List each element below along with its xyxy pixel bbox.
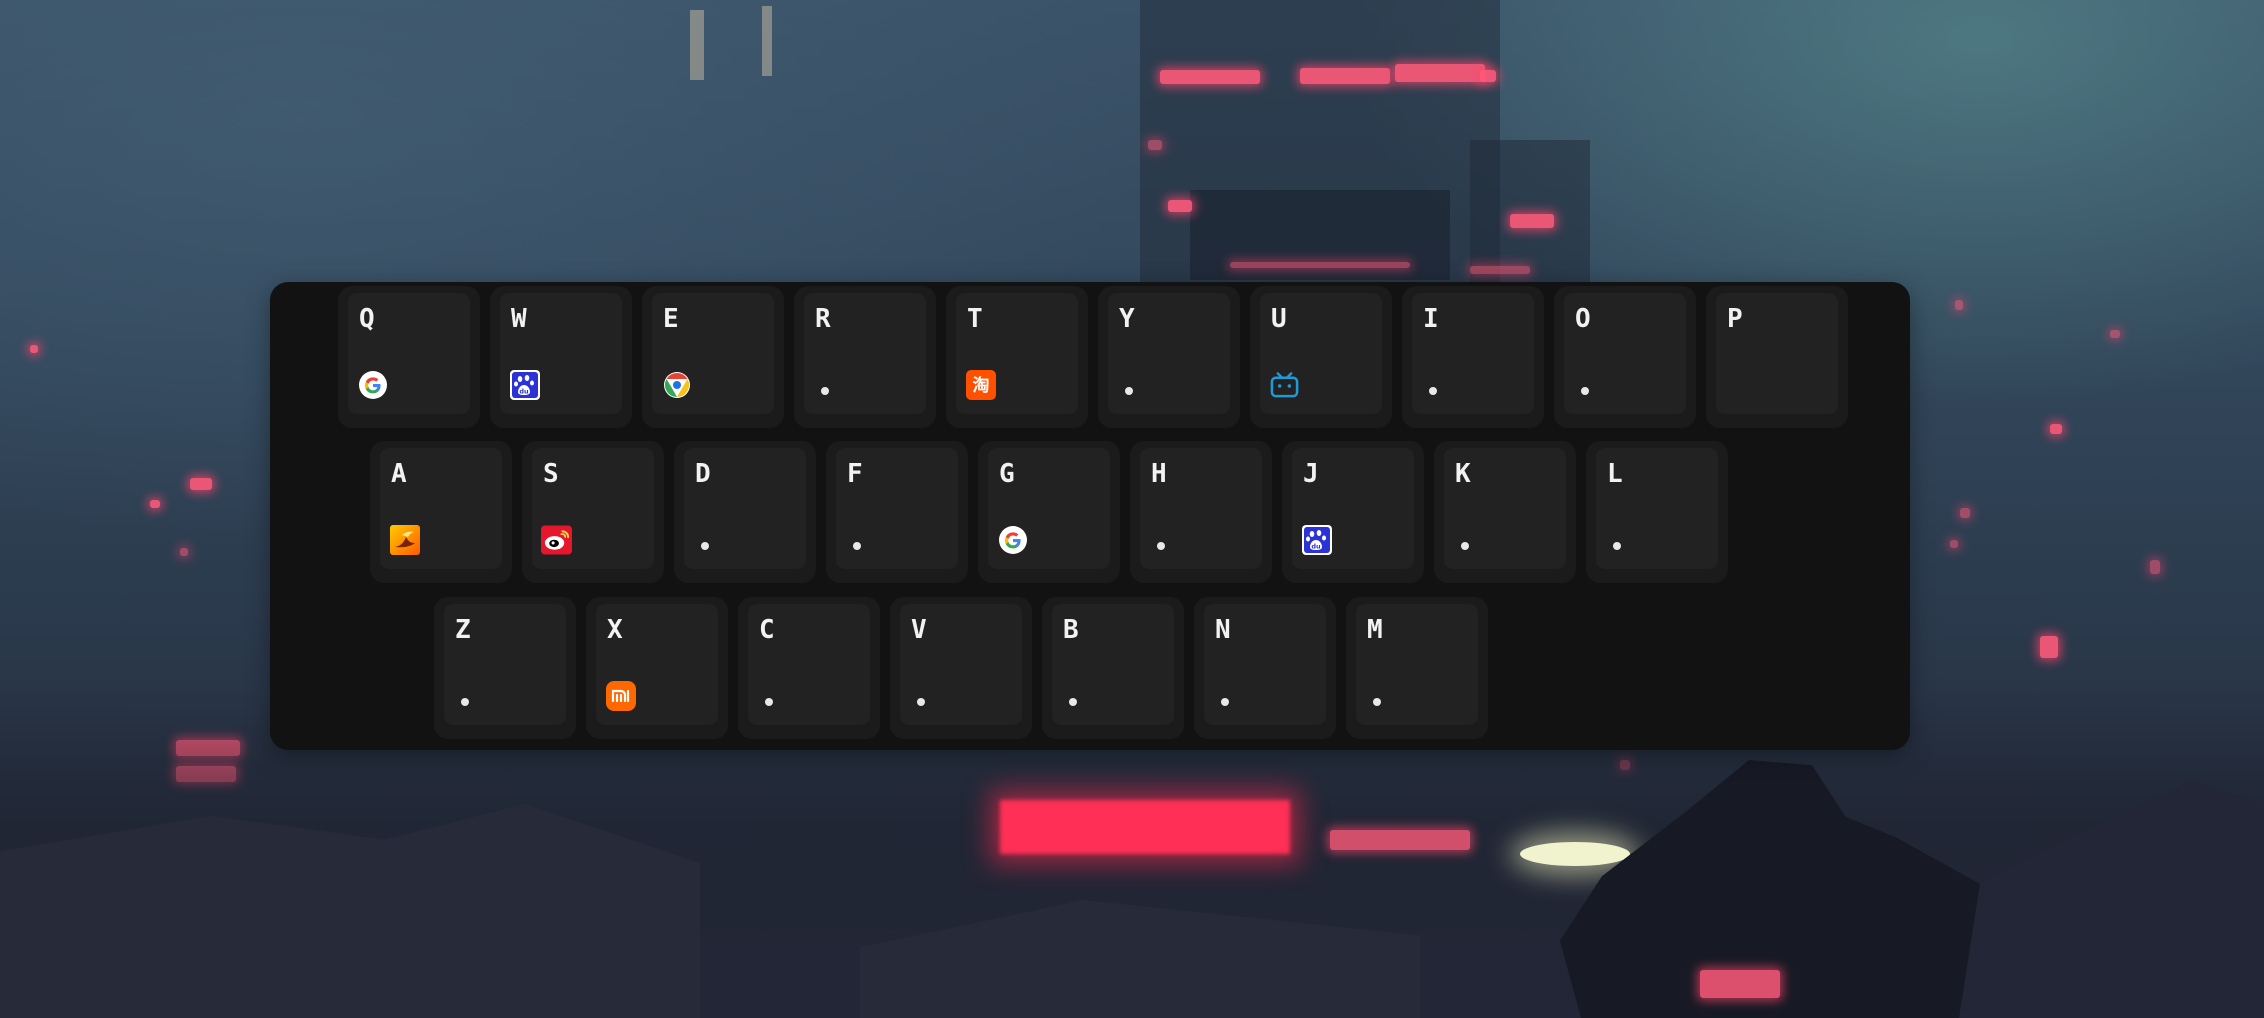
key-letter: U bbox=[1271, 304, 1287, 334]
key-c[interactable]: C bbox=[738, 597, 880, 739]
google-icon bbox=[357, 369, 388, 400]
key-letter: D bbox=[695, 459, 711, 489]
key-letter: X bbox=[607, 615, 623, 645]
key-e[interactable]: E bbox=[642, 286, 784, 428]
key-a[interactable]: A bbox=[370, 441, 512, 583]
google-icon bbox=[997, 524, 1028, 555]
key-s[interactable]: S bbox=[522, 441, 664, 583]
empty-slot-dot-icon bbox=[1157, 542, 1165, 550]
key-letter: B bbox=[1063, 615, 1079, 645]
key-i[interactable]: I bbox=[1402, 286, 1544, 428]
key-b[interactable]: B bbox=[1042, 597, 1184, 739]
key-u[interactable]: U bbox=[1250, 286, 1392, 428]
keyboard-row-1: Q Wdu E R T 淘 Y U I O P bbox=[338, 286, 1848, 428]
key-letter: Z bbox=[455, 615, 471, 645]
empty-slot-dot-icon bbox=[1221, 698, 1229, 706]
xiaomi-icon bbox=[605, 680, 636, 711]
key-m[interactable]: M bbox=[1346, 597, 1488, 739]
key-x[interactable]: X bbox=[586, 597, 728, 739]
key-j[interactable]: Jdu bbox=[1282, 441, 1424, 583]
key-letter: P bbox=[1727, 304, 1743, 334]
key-p[interactable]: P bbox=[1706, 286, 1848, 428]
empty-slot-dot-icon bbox=[1429, 387, 1437, 395]
key-letter: K bbox=[1455, 459, 1471, 489]
key-letter: W bbox=[511, 304, 527, 334]
key-letter: V bbox=[911, 615, 927, 645]
key-letter: A bbox=[391, 459, 407, 489]
key-o[interactable]: O bbox=[1554, 286, 1696, 428]
empty-slot-dot-icon bbox=[1069, 698, 1077, 706]
key-letter: Q bbox=[359, 304, 375, 334]
key-letter: M bbox=[1367, 615, 1383, 645]
svg-text:du: du bbox=[519, 387, 529, 395]
empty-slot-dot-icon bbox=[853, 542, 861, 550]
keyboard-row-3: ZXCVBNM bbox=[434, 597, 1488, 739]
weibo-icon bbox=[541, 524, 572, 555]
key-letter: S bbox=[543, 459, 559, 489]
key-v[interactable]: V bbox=[890, 597, 1032, 739]
keyboard-row-2: A S D F G H Jdu K L bbox=[370, 441, 1728, 583]
baidu-icon: du bbox=[509, 369, 540, 400]
key-letter: L bbox=[1607, 459, 1623, 489]
key-letter: I bbox=[1423, 304, 1439, 334]
chrome-like-icon bbox=[661, 369, 692, 400]
key-letter: O bbox=[1575, 304, 1591, 334]
key-y[interactable]: Y bbox=[1098, 286, 1240, 428]
key-l[interactable]: L bbox=[1586, 441, 1728, 583]
key-letter: E bbox=[663, 304, 679, 334]
empty-slot-dot-icon bbox=[1613, 542, 1621, 550]
empty-slot-dot-icon bbox=[1373, 698, 1381, 706]
key-letter: F bbox=[847, 459, 863, 489]
empty-slot-dot-icon bbox=[1581, 387, 1589, 395]
empty-slot-dot-icon bbox=[765, 698, 773, 706]
empty-slot-dot-icon bbox=[1125, 387, 1133, 395]
key-z[interactable]: Z bbox=[434, 597, 576, 739]
key-letter: C bbox=[759, 615, 775, 645]
key-h[interactable]: H bbox=[1130, 441, 1272, 583]
key-d[interactable]: D bbox=[674, 441, 816, 583]
key-letter: N bbox=[1215, 615, 1231, 645]
empty-slot-dot-icon bbox=[821, 387, 829, 395]
key-r[interactable]: R bbox=[794, 286, 936, 428]
key-g[interactable]: G bbox=[978, 441, 1120, 583]
key-k[interactable]: K bbox=[1434, 441, 1576, 583]
key-letter: J bbox=[1303, 459, 1319, 489]
key-letter: Y bbox=[1119, 304, 1135, 334]
svg-text:du: du bbox=[1311, 542, 1321, 550]
key-w[interactable]: Wdu bbox=[490, 286, 632, 428]
empty-slot-dot-icon bbox=[461, 698, 469, 706]
baidu-icon: du bbox=[1301, 524, 1332, 555]
bilibili-icon bbox=[1269, 369, 1300, 400]
key-t[interactable]: T淘 bbox=[946, 286, 1088, 428]
key-q[interactable]: Q bbox=[338, 286, 480, 428]
key-letter: G bbox=[999, 459, 1015, 489]
empty-slot-dot-icon bbox=[1461, 542, 1469, 550]
empty-slot-dot-icon bbox=[917, 698, 925, 706]
keyboard-panel: Q Wdu E R T 淘 Y U I O P A S D F G H Jdu K L Z X C V B N M bbox=[270, 282, 1910, 750]
key-n[interactable]: N bbox=[1194, 597, 1336, 739]
key-letter: R bbox=[815, 304, 831, 334]
svg-text:淘: 淘 bbox=[972, 375, 989, 396]
orange-app-icon bbox=[389, 524, 420, 555]
taobao-icon: 淘 bbox=[965, 369, 996, 400]
empty-slot-dot-icon bbox=[701, 542, 709, 550]
key-letter: H bbox=[1151, 459, 1167, 489]
key-letter: T bbox=[967, 304, 983, 334]
key-f[interactable]: F bbox=[826, 441, 968, 583]
